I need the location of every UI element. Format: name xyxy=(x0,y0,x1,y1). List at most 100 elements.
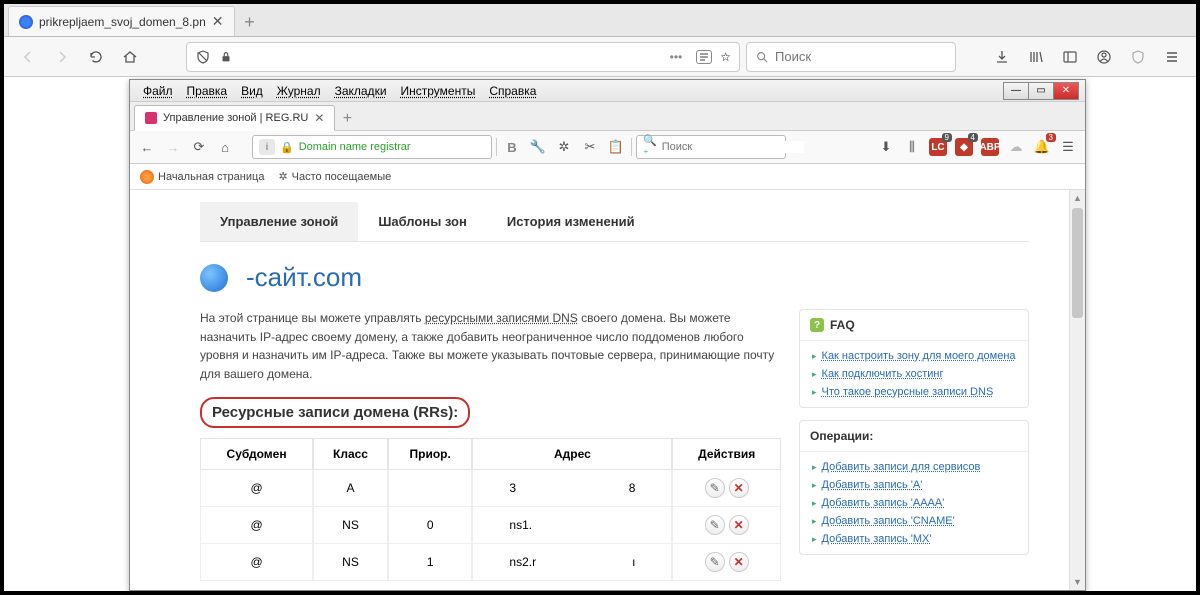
ops-link[interactable]: Добавить запись 'AAAA' xyxy=(822,497,945,509)
address-label: Domain name registrar xyxy=(299,141,411,153)
ops-link[interactable]: Добавить записи для сервисов xyxy=(822,461,981,473)
wrench-icon[interactable]: 🔧 xyxy=(527,136,549,158)
bookmark-label: Часто посещаемые xyxy=(292,171,392,183)
scrollbar[interactable]: ▲ ▼ xyxy=(1069,190,1085,590)
home-button[interactable]: ⌂ xyxy=(214,136,236,158)
home-button[interactable] xyxy=(116,43,144,71)
gear-icon: ✲ xyxy=(278,170,287,183)
reload-button[interactable] xyxy=(82,43,110,71)
tab-zone[interactable]: Управление зоной xyxy=(200,202,358,241)
ops-link[interactable]: Добавить запись 'CNAME' xyxy=(822,515,955,527)
delete-button[interactable]: ✕ xyxy=(729,478,749,498)
tab-history[interactable]: История изменений xyxy=(487,202,655,241)
scroll-thumb[interactable] xyxy=(1072,208,1083,318)
menu-bookmarks[interactable]: Закладки xyxy=(328,82,394,100)
reader-view-icon[interactable] xyxy=(696,50,712,64)
table-row: @ NS 0 ns1. ✎✕ xyxy=(200,507,781,544)
scroll-down-icon[interactable]: ▼ xyxy=(1070,574,1085,590)
clipboard-icon[interactable]: 📋 xyxy=(605,136,627,158)
downloads-icon[interactable]: ⬇ xyxy=(875,136,897,158)
outer-search-bar[interactable] xyxy=(746,42,956,72)
forward-button[interactable]: → xyxy=(162,136,184,158)
ext-b-icon[interactable]: B xyxy=(501,136,523,158)
shield-icon[interactable] xyxy=(1124,43,1152,71)
gear-icon[interactable]: ✲ xyxy=(553,136,575,158)
menu-view[interactable]: Вид xyxy=(234,82,270,100)
account-icon[interactable] xyxy=(1090,43,1118,71)
close-icon[interactable]: ✕ xyxy=(212,13,224,30)
inner-search-input[interactable] xyxy=(662,141,804,153)
bookmark-label: Начальная страница xyxy=(158,171,264,183)
menu-file[interactable]: Файл xyxy=(136,82,180,100)
ops-link[interactable]: Добавить запись 'A' xyxy=(822,479,923,491)
forward-button[interactable] xyxy=(48,43,76,71)
ext-lc-icon[interactable]: LC9 xyxy=(927,136,949,158)
edit-button[interactable]: ✎ xyxy=(705,478,725,498)
page-actions-icon[interactable]: ••• xyxy=(670,50,683,64)
ext-cloud-icon[interactable]: ☁ xyxy=(1005,136,1027,158)
menu-icon[interactable]: ☰ xyxy=(1057,136,1079,158)
library-icon[interactable]: ⫼ xyxy=(901,136,923,158)
new-tab-button[interactable]: + xyxy=(235,8,265,36)
firefox-icon xyxy=(140,170,154,184)
lock-icon[interactable] xyxy=(219,50,233,64)
new-tab-button[interactable]: + xyxy=(335,108,359,130)
back-button[interactable]: ← xyxy=(136,136,158,158)
edit-button[interactable]: ✎ xyxy=(705,552,725,572)
inner-tab[interactable]: Управление зоной | REG.RU ✕ xyxy=(134,105,335,131)
site-info-icon[interactable]: i xyxy=(259,139,275,155)
maximize-button[interactable]: ▭ xyxy=(1028,82,1054,100)
library-icon[interactable] xyxy=(1022,43,1050,71)
minimize-button[interactable]: — xyxy=(1003,82,1029,100)
menu-edit[interactable]: Правка xyxy=(180,82,235,100)
scissors-icon[interactable]: ✂ xyxy=(579,136,601,158)
inner-bookmarks-bar: Начальная страница ✲ Часто посещаемые xyxy=(130,164,1085,190)
page: Управление зоной Шаблоны зон История изм… xyxy=(130,190,1085,590)
outer-tab[interactable]: prikrepljaem_svoj_domen_8.pn ✕ xyxy=(8,6,235,36)
ext-ab-icon[interactable]: ◆4 xyxy=(953,136,975,158)
bookmark-home[interactable]: Начальная страница xyxy=(140,170,264,184)
faq-title: FAQ xyxy=(830,318,855,332)
search-icon: 🔍⁺ xyxy=(643,134,657,160)
delete-button[interactable]: ✕ xyxy=(729,552,749,572)
menu-help[interactable]: Справка xyxy=(482,82,543,100)
page-description: На этой странице вы можете управлять рес… xyxy=(200,309,781,383)
rrs-heading: Ресурсные записи домена (RRs): xyxy=(200,397,470,428)
inner-search-bar[interactable]: 🔍⁺ xyxy=(636,135,786,159)
faq-link[interactable]: Как настроить зону для моего домена xyxy=(822,350,1016,362)
col-address: Адрес xyxy=(472,438,672,470)
notifications-icon[interactable]: 🔔3 xyxy=(1031,136,1053,158)
close-icon[interactable]: ✕ xyxy=(314,111,324,125)
ops-link[interactable]: Добавить запись 'MX' xyxy=(822,533,932,545)
ext-abp-icon[interactable]: ABP xyxy=(979,136,1001,158)
bookmark-mostvisited[interactable]: ✲ Часто посещаемые xyxy=(278,170,391,183)
sidebar-icon[interactable] xyxy=(1056,43,1084,71)
edit-button[interactable]: ✎ xyxy=(705,515,725,535)
table-row: @ A 38 ✎✕ xyxy=(200,470,781,507)
table-row: @ NS 1 ns2.rı ✎✕ xyxy=(200,544,781,581)
reload-button[interactable]: ⟳ xyxy=(188,136,210,158)
col-class: Класс xyxy=(313,438,388,470)
faq-link[interactable]: Что такое ресурсные записи DNS xyxy=(822,386,994,398)
back-button[interactable] xyxy=(14,43,42,71)
menu-tools[interactable]: Инструменты xyxy=(394,82,483,100)
outer-search-input[interactable] xyxy=(775,49,951,64)
operations-box: Операции: Добавить записи для сервисов Д… xyxy=(799,420,1029,555)
tab-templates[interactable]: Шаблоны зон xyxy=(358,202,487,241)
domain-name: -сайт.com xyxy=(246,262,362,293)
downloads-icon[interactable] xyxy=(988,43,1016,71)
inner-menubar: Файл Правка Вид Журнал Закладки Инструме… xyxy=(130,80,1085,102)
inner-tabbar: Управление зоной | REG.RU ✕ + xyxy=(130,102,1085,130)
scroll-up-icon[interactable]: ▲ xyxy=(1070,190,1085,206)
menu-history[interactable]: Журнал xyxy=(270,82,328,100)
tracking-protection-icon[interactable] xyxy=(195,49,211,65)
close-button[interactable]: ✕ xyxy=(1053,82,1079,100)
inner-address-bar[interactable]: i 🔒 Domain name registrar xyxy=(252,135,492,159)
delete-button[interactable]: ✕ xyxy=(729,515,749,535)
menu-icon[interactable] xyxy=(1158,43,1186,71)
outer-address-bar[interactable]: ••• ☆ xyxy=(186,42,740,72)
globe-icon xyxy=(200,264,228,292)
bookmark-star-icon[interactable]: ☆ xyxy=(720,50,731,64)
inner-toolbar: ← → ⟳ ⌂ i 🔒 Domain name registrar B 🔧 ✲ … xyxy=(130,130,1085,164)
faq-link[interactable]: Как подключить хостинг xyxy=(822,368,944,380)
